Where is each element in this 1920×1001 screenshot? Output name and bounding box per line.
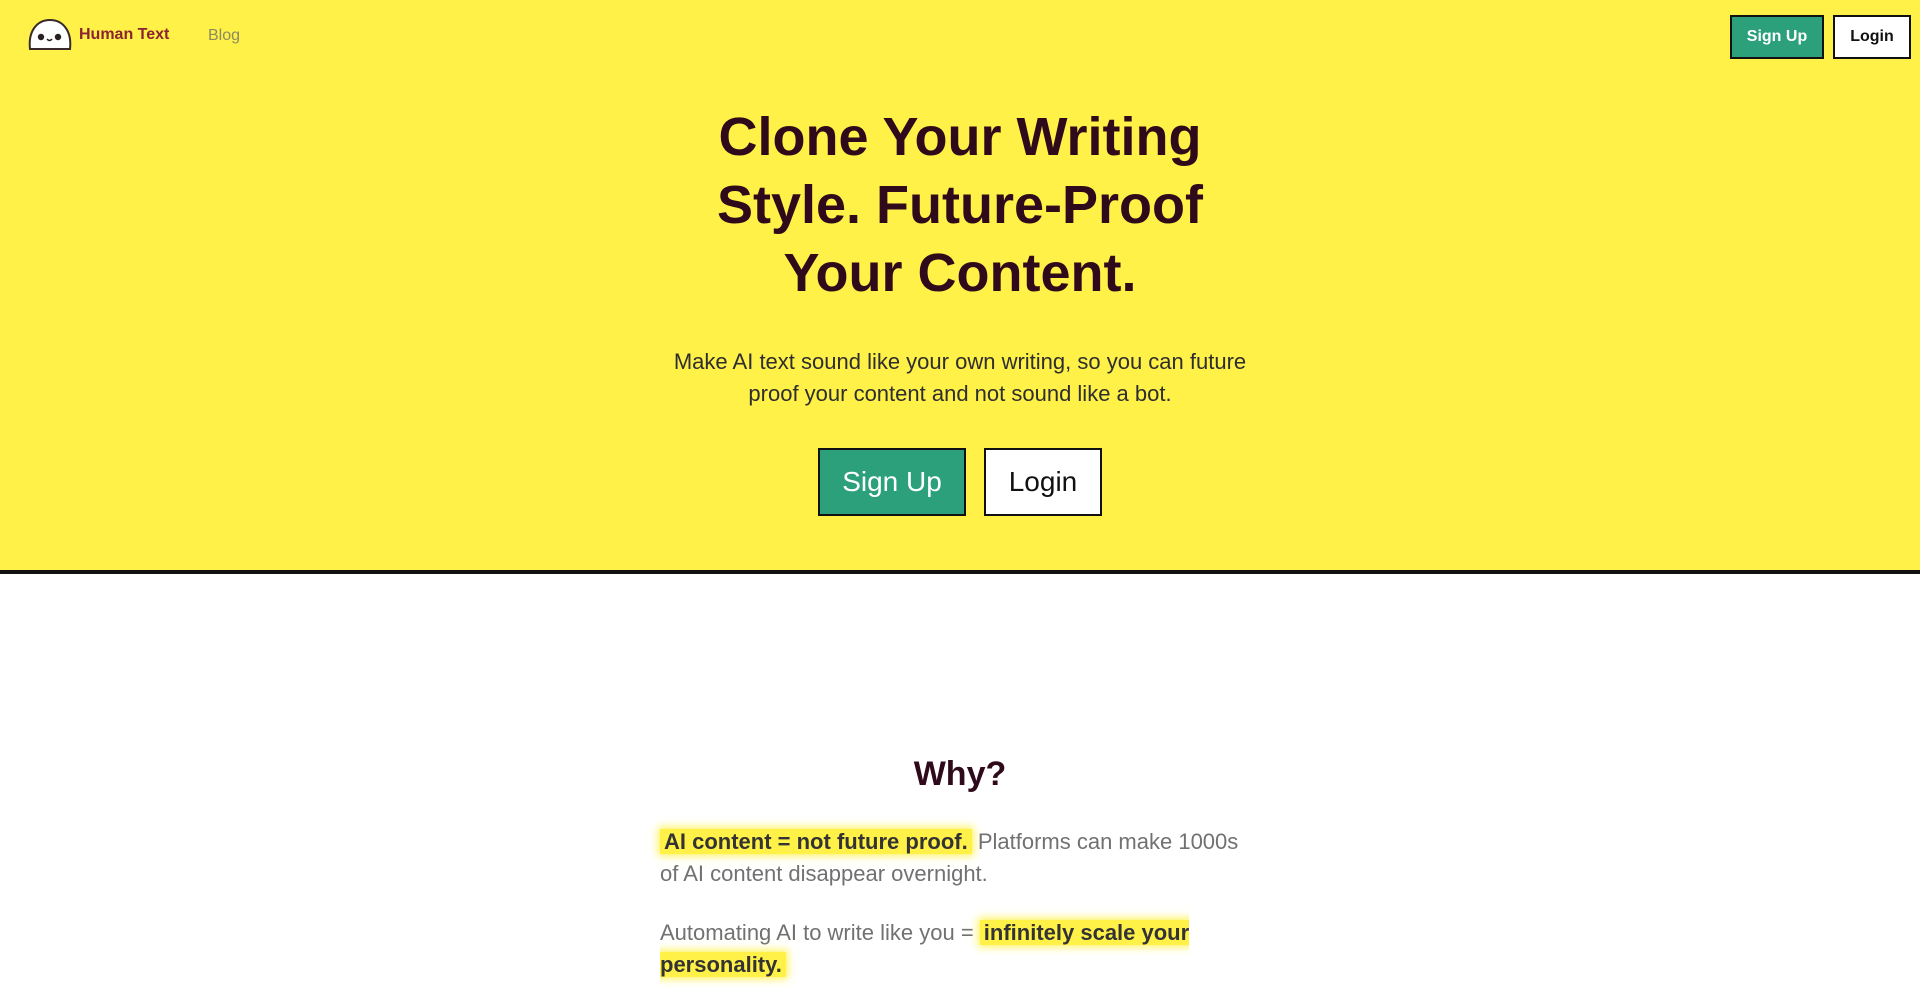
nav-blog-link[interactable]: Blog bbox=[208, 27, 240, 45]
hero-title: Clone Your Writing Style. Future-Proof Y… bbox=[716, 107, 1204, 303]
why-heading: Why? bbox=[913, 755, 1007, 793]
hero-subtitle: Make AI text sound like your own writing… bbox=[673, 349, 1247, 406]
hero-login-button[interactable]: Login bbox=[984, 448, 1102, 516]
hero-signup-button[interactable]: Sign Up bbox=[818, 448, 966, 516]
why-paragraph-1: AI content = not future proof. Platforms… bbox=[660, 826, 1240, 890]
brand-name: Human Text bbox=[79, 25, 170, 43]
brand-logo[interactable]: Human Text bbox=[27, 17, 169, 52]
ghost-face-icon bbox=[28, 18, 72, 50]
why-paragraph-2: Automating AI to write like you = infini… bbox=[660, 917, 1240, 981]
hero-section: Human Text Blog Sign Up Login Clone Your… bbox=[0, 0, 1920, 574]
nav-signup-button[interactable]: Sign Up bbox=[1730, 15, 1824, 59]
why-paragraph-2-text: Automating AI to write like you = bbox=[660, 920, 980, 945]
nav-login-button[interactable]: Login bbox=[1833, 15, 1911, 59]
highlight-not-future-proof: AI content = not future proof. bbox=[660, 829, 972, 854]
